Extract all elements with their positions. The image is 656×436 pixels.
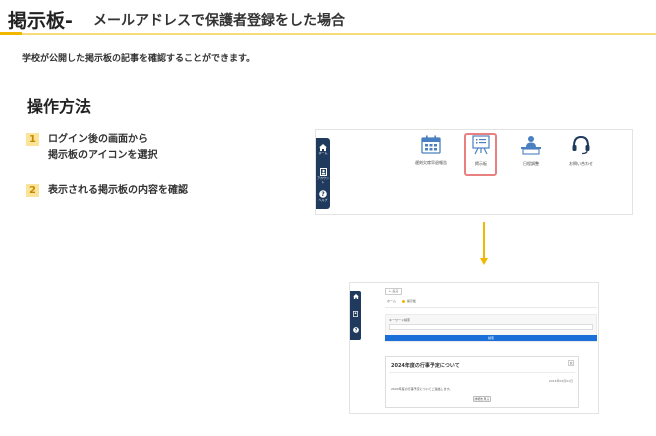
search-input[interactable] [389,324,593,330]
svg-text:?: ? [354,328,357,333]
breadcrumb-home[interactable]: ホーム [387,299,396,303]
divider [385,307,597,308]
svg-text:?: ? [321,191,325,198]
search-label: キーワード検索 [389,318,411,322]
menu-item-schedule[interactable]: 日程調整 [509,135,553,167]
headset-icon [572,135,590,155]
post-date: 2024年04月01日 [548,379,573,383]
close-icon[interactable]: × [568,360,574,367]
post-title: 2024年度の行事予定について [391,363,460,369]
step-1: 1 ログイン後の画面から 掲示板のアイコンを選択 [26,132,158,164]
menu-label: 日程調整 [523,161,539,166]
menu-label: お問い合わせ [569,161,593,166]
search-button[interactable]: 検索 [385,335,597,341]
calendar-icon [421,135,441,154]
home-icon [352,294,359,299]
step-text: 表示される掲示板の内容を確認 [48,183,188,199]
account-icon [353,311,358,317]
divider [389,372,575,373]
sidebar-item-account[interactable] [350,311,361,317]
sidebar-label: アカウント [316,176,329,184]
page-title: 掲示板- [8,10,73,32]
step-2: 2 表示される掲示板の内容を確認 [26,183,188,199]
board-post-card: 2024年度の行事予定について × 2024年04月01日 2024年度の行事予… [385,356,579,408]
arrow-down-icon [480,258,488,265]
screenshot-board: ? ← 戻る ホーム 掲示板 キーワード検索 検索 2024年度の行事予定について… [349,282,599,414]
arrow-line [483,222,485,259]
meeting-icon [521,136,541,155]
menu-item-attendance[interactable]: 遅刻欠席早退報告 [409,135,453,166]
breadcrumb-dot-icon [401,299,405,303]
help-icon: ? [319,190,327,198]
home-icon [319,144,327,151]
section-title: 操作方法 [27,97,92,116]
sidebar-item-help[interactable]: ? ヘルプ [316,190,330,202]
title-underline-accent [0,32,22,35]
step-text: ログイン後の画面から 掲示板のアイコンを選択 [48,132,158,164]
step-number: 2 [26,184,39,197]
breadcrumb: ホーム 掲示板 [387,299,416,303]
step-line: 表示される掲示板の内容を確認 [48,185,188,196]
step-number: 1 [26,133,39,146]
intro-text: 学校が公開した掲示板の記事を確認することができます。 [22,54,256,64]
post-body: 2024年度の行事予定についてご連絡します。 [391,387,453,391]
post-detail-button[interactable]: 詳細を見る [473,396,491,402]
board-highlight [464,133,497,176]
title-underline [22,33,656,35]
title-bar: 掲示板- メールアドレスで保護者登録をした場合 [0,0,656,36]
back-button[interactable]: ← 戻る [385,288,403,295]
page-subtitle: メールアドレスで保護者登録をした場合 [93,13,345,29]
sidebar-item-account[interactable]: アカウント [316,168,330,184]
step-line: 掲示板のアイコンを選択 [48,150,158,161]
sidebar-item-home[interactable] [350,294,361,299]
sidebar: ホーム アカウント ? ヘルプ [316,138,330,209]
account-icon [319,168,327,176]
sidebar-item-home[interactable]: ホーム [316,144,330,155]
sidebar-item-help[interactable]: ? [350,327,361,333]
sidebar-label: ヘルプ [318,198,328,202]
sidebar: ? [350,291,361,340]
menu-item-contact[interactable]: お問い合わせ [559,135,603,167]
step-line: ログイン後の画面から [48,134,148,145]
menu-label: 遅刻欠席早退報告 [415,160,447,165]
help-icon: ? [352,327,359,333]
breadcrumb-current: 掲示板 [406,299,416,303]
sidebar-label: ホーム [318,151,328,155]
